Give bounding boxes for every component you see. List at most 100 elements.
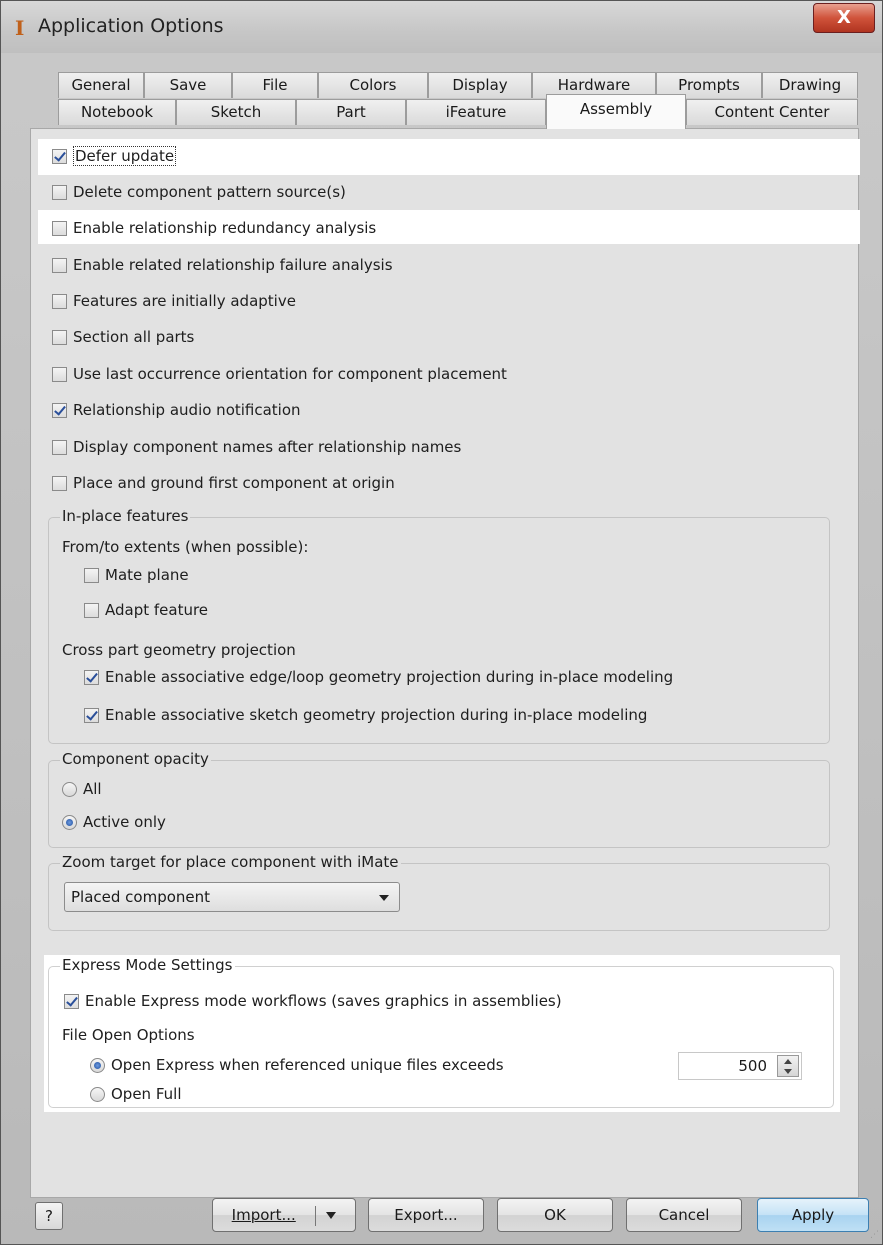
express-enable-label: Enable Express mode workflows (saves gra… — [85, 992, 562, 1010]
defer-update-checkbox[interactable] — [52, 148, 67, 164]
ok-button[interactable]: OK — [497, 1198, 613, 1232]
last-occurrence-label: Use last occurrence orientation for comp… — [73, 365, 507, 383]
extents-label: From/to extents (when possible): — [62, 538, 309, 556]
open-full-option[interactable]: Open Full — [90, 1082, 181, 1106]
edge-loop-label: Enable associative edge/loop geometry pr… — [105, 668, 674, 686]
tab-content-center[interactable]: Content Center — [686, 99, 858, 125]
zoom-target-value: Placed component — [71, 888, 211, 906]
related-failure-checkbox[interactable] — [52, 257, 67, 273]
adapt-feature-label: Adapt feature — [105, 601, 209, 619]
zoom-target-select[interactable]: Placed component — [64, 882, 400, 912]
delete-pattern-source-option[interactable]: Delete component pattern source(s) — [52, 180, 346, 204]
tab-file[interactable]: File — [232, 72, 318, 98]
place-ground-checkbox[interactable] — [52, 475, 67, 491]
chevron-down-icon — [379, 895, 389, 901]
place-ground-option[interactable]: Place and ground first component at orig… — [52, 471, 395, 495]
opacity-active-only-radio[interactable] — [62, 814, 77, 830]
sketch-geom-label: Enable associative sketch geometry proje… — [105, 706, 648, 724]
relationship-redundancy-checkbox[interactable] — [52, 220, 67, 236]
mate-plane-option[interactable]: Mate plane — [84, 563, 189, 587]
section-all-parts-checkbox[interactable] — [52, 329, 67, 345]
open-full-label: Open Full — [111, 1085, 182, 1103]
audio-notification-label: Relationship audio notification — [73, 401, 301, 419]
export-button[interactable]: Export... — [368, 1198, 484, 1232]
adapt-feature-checkbox[interactable] — [84, 602, 99, 618]
threshold-spinner[interactable]: 500 — [678, 1052, 802, 1080]
inplace-features-legend: In-place features — [60, 507, 191, 525]
display-names-checkbox[interactable] — [52, 439, 67, 455]
sketch-geom-option[interactable]: Enable associative sketch geometry proje… — [84, 703, 647, 727]
tab-ifeature[interactable]: iFeature — [406, 99, 546, 125]
cross-part-label: Cross part geometry projection — [62, 641, 296, 659]
audio-notification-option[interactable]: Relationship audio notification — [52, 398, 301, 422]
opacity-all-option[interactable]: All — [62, 777, 102, 801]
opacity-all-label: All — [83, 780, 102, 798]
defer-update-option[interactable]: Defer update — [52, 144, 177, 168]
express-enable-checkbox[interactable] — [64, 993, 79, 1009]
close-button[interactable]: X — [813, 3, 875, 33]
file-open-options-label: File Open Options — [62, 1026, 195, 1044]
tab-general[interactable]: General — [58, 72, 144, 98]
import-divider — [314, 1205, 316, 1226]
edge-loop-checkbox[interactable] — [84, 669, 99, 685]
tab-colors[interactable]: Colors — [318, 72, 428, 98]
open-express-option[interactable]: Open Express when referenced unique file… — [90, 1053, 504, 1077]
open-express-radio[interactable] — [90, 1057, 105, 1073]
express-enable-option[interactable]: Enable Express mode workflows (saves gra… — [64, 989, 562, 1013]
initially-adaptive-option[interactable]: Features are initially adaptive — [52, 289, 296, 313]
component-opacity-group — [48, 760, 830, 848]
defer-update-label: Defer update — [73, 146, 177, 166]
tab-sketch[interactable]: Sketch — [176, 99, 296, 125]
spin-down-icon[interactable] — [784, 1069, 792, 1074]
help-button[interactable]: ? — [35, 1202, 63, 1230]
place-ground-label: Place and ground first component at orig… — [73, 474, 395, 492]
import-label: Import... — [231, 1206, 296, 1224]
opacity-all-radio[interactable] — [62, 781, 77, 797]
edge-loop-option[interactable]: Enable associative edge/loop geometry pr… — [84, 665, 673, 689]
section-all-parts-label: Section all parts — [73, 328, 195, 346]
delete-pattern-source-label: Delete component pattern source(s) — [73, 183, 346, 201]
related-failure-option[interactable]: Enable related relationship failure anal… — [52, 253, 393, 277]
tab-save[interactable]: Save — [144, 72, 232, 98]
opacity-active-only-label: Active only — [83, 813, 166, 831]
initially-adaptive-checkbox[interactable] — [52, 293, 67, 309]
tab-notebook[interactable]: Notebook — [58, 99, 176, 125]
express-mode-legend: Express Mode Settings — [60, 956, 235, 974]
last-occurrence-checkbox[interactable] — [52, 366, 67, 382]
delete-pattern-source-checkbox[interactable] — [52, 184, 67, 200]
resize-grip-icon[interactable]: ⋰ — [870, 1230, 880, 1240]
last-occurrence-option[interactable]: Use last occurrence orientation for comp… — [52, 362, 507, 386]
open-express-label: Open Express when referenced unique file… — [111, 1056, 504, 1074]
title-bar: I Application Options X — [1, 1, 882, 53]
help-icon: ? — [45, 1207, 53, 1225]
tab-display[interactable]: Display — [428, 72, 532, 98]
adapt-feature-option[interactable]: Adapt feature — [84, 598, 208, 622]
display-names-label: Display component names after relationsh… — [73, 438, 462, 456]
window-title: Application Options — [38, 15, 224, 37]
cancel-button[interactable]: Cancel — [626, 1198, 742, 1232]
tab-assembly[interactable]: Assembly — [546, 94, 686, 129]
apply-button[interactable]: Apply — [757, 1198, 869, 1232]
app-icon: I — [15, 16, 25, 40]
open-full-radio[interactable] — [90, 1086, 105, 1102]
import-button[interactable]: Import... — [212, 1198, 356, 1232]
tab-drawing[interactable]: Drawing — [762, 72, 858, 98]
component-opacity-legend: Component opacity — [60, 750, 211, 768]
tab-part[interactable]: Part — [296, 99, 406, 125]
mate-plane-label: Mate plane — [105, 566, 189, 584]
opacity-active-only-option[interactable]: Active only — [62, 810, 166, 834]
relationship-redundancy-label: Enable relationship redundancy analysis — [73, 219, 377, 237]
mate-plane-checkbox[interactable] — [84, 567, 99, 583]
section-all-parts-option[interactable]: Section all parts — [52, 325, 194, 349]
zoom-target-legend: Zoom target for place component with iMa… — [60, 853, 401, 871]
spinner-buttons[interactable] — [777, 1055, 799, 1077]
display-names-option[interactable]: Display component names after relationsh… — [52, 435, 461, 459]
sketch-geom-checkbox[interactable] — [84, 707, 99, 723]
dropdown-arrow-icon[interactable] — [326, 1212, 337, 1219]
initially-adaptive-label: Features are initially adaptive — [73, 292, 296, 310]
relationship-redundancy-option[interactable]: Enable relationship redundancy analysis — [52, 216, 376, 240]
threshold-value: 500 — [738, 1057, 767, 1075]
spin-up-icon[interactable] — [784, 1059, 792, 1064]
audio-notification-checkbox[interactable] — [52, 402, 67, 418]
related-failure-label: Enable related relationship failure anal… — [73, 256, 393, 274]
